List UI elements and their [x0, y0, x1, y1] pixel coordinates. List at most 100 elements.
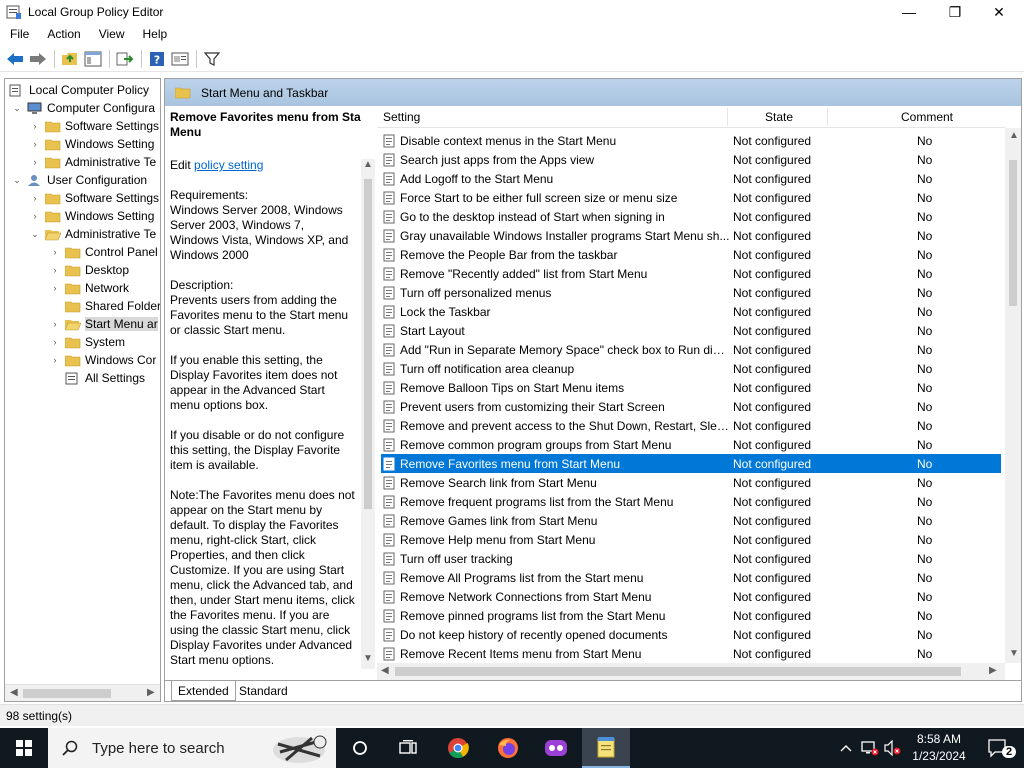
table-row[interactable]: Do not keep history of recently opened d… [381, 625, 1001, 644]
maximize-button[interactable]: ❐ [932, 0, 978, 24]
properties-button[interactable] [169, 48, 191, 70]
tab-standard[interactable]: Standard [233, 681, 294, 701]
back-button[interactable] [4, 48, 26, 70]
chevron-down-icon[interactable]: ⌄ [11, 103, 23, 114]
tree-item-computer-administrative-templates[interactable]: › Administrative Te [29, 153, 157, 171]
tree-item-user-administrative-templates[interactable]: ⌄ Administrative Te [29, 225, 156, 243]
taskbar-search[interactable]: Type here to search [48, 728, 336, 768]
scroll-thumb[interactable] [364, 179, 372, 509]
minimize-button[interactable]: — [886, 0, 932, 24]
table-row[interactable]: Remove Games link from Start Menu Not con… [381, 511, 1001, 530]
description-scrollbar[interactable] [361, 159, 375, 669]
tree-item-computer-software-settings[interactable]: › Software Settings [29, 117, 160, 135]
chevron-right-icon[interactable]: › [29, 193, 41, 203]
scroll-up-icon[interactable]: ▲ [1009, 130, 1019, 141]
tab-extended[interactable]: Extended [171, 681, 236, 701]
scroll-thumb[interactable] [395, 667, 961, 676]
tree-item-shared-folders[interactable]: Shared Folder [49, 297, 160, 315]
tree-item-control-panel[interactable]: › Control Panel [49, 243, 158, 261]
table-row[interactable]: Start Layout Not configured No [381, 321, 1001, 340]
tree-item-windows-components[interactable]: › Windows Cor [49, 351, 157, 369]
menu-file[interactable]: File [0, 27, 37, 41]
tree-item-system[interactable]: › System [49, 333, 126, 351]
table-row[interactable]: Remove Search link from Start Menu Not co… [381, 473, 1001, 492]
scroll-right-icon[interactable]: ▶ [147, 687, 155, 698]
tree-item-computer-configuration[interactable]: ⌄ Computer Configura [11, 99, 155, 117]
start-button[interactable] [0, 728, 48, 768]
column-divider[interactable] [727, 108, 728, 126]
task-view-button[interactable] [384, 728, 432, 768]
table-row[interactable]: Lock the Taskbar Not configured No [381, 302, 1001, 321]
table-row[interactable]: Remove All Programs list from the Start … [381, 568, 1001, 587]
cortana-button[interactable] [336, 728, 384, 768]
scroll-down-icon[interactable]: ▼ [363, 653, 373, 664]
volume-tray-button[interactable] [882, 728, 904, 768]
table-row[interactable]: Add "Run in Separate Memory Space" check… [381, 340, 1001, 359]
action-center-button[interactable]: 2 [978, 728, 1018, 768]
table-row[interactable]: Remove Balloon Tips on Start Menu items N… [381, 378, 1001, 397]
media-app-taskbar-button[interactable] [532, 728, 580, 768]
network-tray-button[interactable] [858, 728, 882, 768]
chevron-right-icon[interactable]: › [49, 337, 61, 347]
chevron-right-icon[interactable]: › [29, 211, 41, 221]
tree-item-user-configuration[interactable]: ⌄ User Configuration [11, 171, 147, 189]
list-horizontal-scrollbar[interactable]: ◀ ▶ [377, 663, 1005, 680]
table-row[interactable]: Turn off user tracking Not configured No [381, 549, 1001, 568]
column-header-state[interactable]: State [765, 106, 793, 128]
column-header-comment[interactable]: Comment [901, 106, 953, 128]
table-row[interactable]: Go to the desktop instead of Start when … [381, 207, 1001, 226]
chevron-right-icon[interactable]: › [29, 139, 41, 149]
chevron-down-icon[interactable]: ⌄ [11, 175, 23, 186]
gpedit-taskbar-button[interactable] [582, 728, 630, 768]
scroll-right-icon[interactable]: ▶ [989, 665, 997, 676]
tree-item-user-software-settings[interactable]: › Software Settings [29, 189, 160, 207]
table-row[interactable]: Remove the People Bar from the taskbar No… [381, 245, 1001, 264]
table-row[interactable]: Gray unavailable Windows Installer progr… [381, 226, 1001, 245]
list-vertical-scrollbar[interactable]: ▲ ▼ [1005, 128, 1021, 663]
taskbar-clock[interactable]: 8:58 AM 1/23/2024 [904, 731, 974, 765]
console-tree[interactable]: Local Computer Policy ⌄ Computer Configu… [4, 78, 161, 702]
table-row[interactable]: Disable context menus in the Start Menu N… [381, 131, 1001, 150]
table-row[interactable]: Remove Network Connections from Start Me… [381, 587, 1001, 606]
table-row[interactable]: Remove "Recently added" list from Start … [381, 264, 1001, 283]
tree-item-desktop[interactable]: › Desktop [49, 261, 130, 279]
table-row[interactable]: Turn off notification area cleanup Not co… [381, 359, 1001, 378]
chevron-right-icon[interactable]: › [49, 247, 61, 257]
scroll-thumb[interactable] [1009, 160, 1017, 306]
tree-item-computer-windows-settings[interactable]: › Windows Setting [29, 135, 155, 153]
tree-item-network[interactable]: › Network [49, 279, 130, 297]
chevron-right-icon[interactable]: › [49, 283, 61, 293]
table-row[interactable]: Remove pinned programs list from the Sta… [381, 606, 1001, 625]
close-button[interactable]: ✕ [976, 0, 1022, 24]
menu-action[interactable]: Action [37, 27, 88, 41]
table-row[interactable]: Search just apps from the Apps view Not c… [381, 150, 1001, 169]
table-row[interactable]: Remove common program groups from Start … [381, 435, 1001, 454]
table-row[interactable]: Turn off personalized menus Not configure… [381, 283, 1001, 302]
export-list-button[interactable] [114, 48, 136, 70]
column-header-setting[interactable]: Setting [383, 106, 420, 128]
table-row[interactable]: Remove and prevent access to the Shut Do… [381, 416, 1001, 435]
table-row[interactable]: Remove Recent Items menu from Start Menu… [381, 644, 1001, 663]
scroll-left-icon[interactable]: ◀ [10, 687, 18, 698]
chevron-right-icon[interactable]: › [49, 355, 61, 365]
filter-button[interactable] [201, 48, 223, 70]
tree-item-local-computer-policy[interactable]: Local Computer Policy [9, 81, 149, 99]
tree-horizontal-scrollbar[interactable]: ◀ ▶ [5, 684, 160, 701]
policy-setting-link[interactable]: policy setting [194, 158, 263, 172]
firefox-taskbar-button[interactable] [484, 728, 532, 768]
title-bar[interactable]: Local Group Policy Editor [0, 0, 1024, 24]
menu-help[interactable]: Help [133, 27, 176, 41]
show-hide-tree-button[interactable] [82, 48, 104, 70]
table-row[interactable]: Force Start to be either full screen siz… [381, 188, 1001, 207]
settings-list[interactable]: Setting State Comment Disable context me… [377, 106, 1021, 680]
chevron-right-icon[interactable]: › [29, 121, 41, 131]
table-row[interactable]: Remove Help menu from Start Menu Not conf… [381, 530, 1001, 549]
table-row[interactable]: Remove Favorites menu from Start Menu Not… [381, 454, 1001, 473]
chevron-right-icon[interactable]: › [49, 265, 61, 275]
chevron-down-icon[interactable]: ⌄ [29, 229, 41, 240]
chevron-right-icon[interactable]: › [29, 157, 41, 167]
help-button[interactable]: ? [146, 48, 168, 70]
up-folder-button[interactable] [59, 48, 81, 70]
table-row[interactable]: Remove frequent programs list from the S… [381, 492, 1001, 511]
show-hidden-icons-button[interactable] [836, 728, 856, 768]
